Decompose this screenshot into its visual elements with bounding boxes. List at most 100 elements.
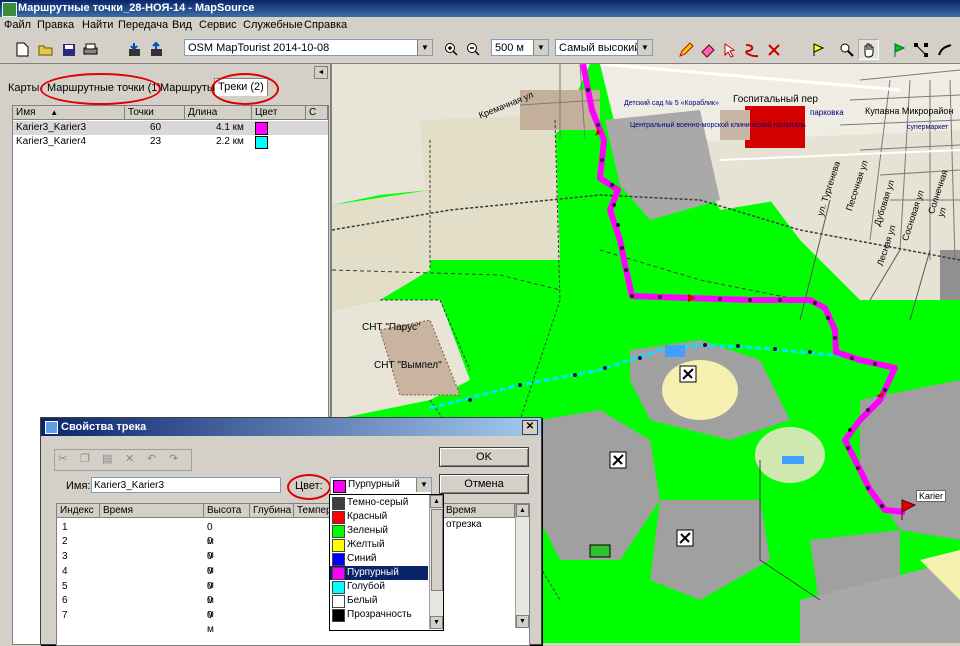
- color-option[interactable]: Зеленый: [330, 524, 428, 538]
- menu-edit[interactable]: Правка: [37, 19, 74, 31]
- scale-select[interactable]: 500 м ▼: [491, 39, 549, 56]
- table-row[interactable]: Karier3_Karier4 23 2.2 км: [13, 135, 328, 149]
- table-row[interactable]: Karier3_Karier3 60 4.1 км: [13, 121, 328, 135]
- zoom-in-icon[interactable]: [441, 39, 462, 60]
- collapse-panel-button[interactable]: ◄: [314, 66, 328, 79]
- column-header-altitude[interactable]: Высота: [204, 504, 250, 518]
- color-swatch: [332, 539, 345, 552]
- color-option[interactable]: Синий: [330, 552, 428, 566]
- cut-icon[interactable]: ✂: [58, 452, 67, 465]
- list-item: 50 м: [62, 581, 214, 606]
- color-swatch: [332, 581, 345, 594]
- map-place-label: СНТ "Парус": [362, 322, 421, 333]
- zoom-tool-icon[interactable]: [836, 39, 857, 60]
- name-label: Имя:: [66, 480, 91, 492]
- track-color-swatch: [255, 136, 268, 149]
- color-option[interactable]: Темно-серый: [330, 496, 428, 510]
- redo-icon[interactable]: ↷: [169, 452, 178, 465]
- map-poi-label: парковка: [810, 108, 844, 117]
- delete-icon[interactable]: ✕: [125, 452, 134, 465]
- map-waypoint-label[interactable]: Karier: [916, 490, 947, 502]
- pencil-tool-icon[interactable]: [675, 39, 696, 60]
- list-item: 20 м: [62, 536, 214, 561]
- color-option[interactable]: Белый: [330, 594, 428, 608]
- track-color-swatch: [255, 122, 268, 135]
- route-tool-icon[interactable]: [741, 39, 762, 60]
- receive-from-device-icon[interactable]: [124, 39, 145, 60]
- chevron-down-icon: ▼: [637, 40, 652, 55]
- column-header-length[interactable]: Длина: [185, 106, 252, 120]
- color-swatch: [332, 609, 345, 622]
- color-option[interactable]: Голубой: [330, 580, 428, 594]
- column-header-segment-time[interactable]: Время отрезка: [443, 504, 515, 530]
- color-swatch: [333, 480, 346, 493]
- color-dropdown-list[interactable]: Темно-серый Красный Зеленый Желтый Синий…: [329, 494, 444, 631]
- waypoint-flag-icon[interactable]: [888, 39, 909, 60]
- scroll-down-icon[interactable]: ▼: [516, 615, 529, 628]
- hand-tool-icon[interactable]: [858, 39, 879, 60]
- send-to-device-icon[interactable]: [146, 39, 167, 60]
- tab-routes[interactable]: Маршруты: [157, 80, 218, 97]
- color-swatch: [332, 567, 345, 580]
- scroll-up-icon[interactable]: ▲: [516, 504, 529, 517]
- save-icon[interactable]: [58, 39, 79, 60]
- new-file-icon[interactable]: [12, 39, 33, 60]
- mapsource-app-icon: [2, 2, 17, 17]
- track-points-list[interactable]: Индекс Время Высота Глубина Темпер Время…: [56, 503, 530, 646]
- menu-find[interactable]: Найти: [82, 19, 113, 31]
- column-header-time[interactable]: Время: [100, 504, 204, 518]
- list-item: 70 м: [62, 610, 214, 635]
- print-icon[interactable]: [80, 39, 101, 60]
- column-header-color[interactable]: Цвет: [252, 106, 306, 120]
- eraser-tool-icon[interactable]: [697, 39, 718, 60]
- map-poi-label: Центральный военно-морской клинический г…: [630, 122, 806, 129]
- color-option[interactable]: Красный: [330, 510, 428, 524]
- scroll-thumb[interactable]: [431, 509, 443, 591]
- menu-view[interactable]: Вид: [172, 19, 192, 31]
- list-item: 10 м: [62, 522, 214, 547]
- zoom-out-icon[interactable]: [463, 39, 484, 60]
- menu-help[interactable]: Справка: [304, 19, 347, 31]
- cancel-button[interactable]: Отмена: [439, 474, 529, 494]
- dialog-title-bar[interactable]: Свойства трека ✕: [41, 418, 541, 436]
- dialog-title: Свойства трека: [61, 421, 147, 433]
- menu-transfer[interactable]: Передача: [118, 19, 168, 31]
- detail-level-select[interactable]: Самый высокий ▼: [555, 39, 653, 56]
- column-header-temperature[interactable]: Темпер: [294, 504, 332, 518]
- color-option[interactable]: Прозрачность: [330, 608, 428, 622]
- color-select[interactable]: Пурпурный ▼: [330, 477, 432, 495]
- chevron-down-icon: ▼: [416, 478, 431, 492]
- column-header-index[interactable]: Индекс: [57, 504, 100, 518]
- flag-tool-icon[interactable]: [807, 39, 828, 60]
- menu-tools[interactable]: Сервис: [199, 19, 237, 31]
- menu-file[interactable]: Файл: [4, 19, 31, 31]
- track-tool-icon[interactable]: [934, 39, 955, 60]
- color-option[interactable]: Желтый: [330, 538, 428, 552]
- tab-maps[interactable]: Карты: [5, 80, 42, 97]
- map-poi-label: супермаркет: [907, 124, 949, 131]
- selection-tool-icon[interactable]: [719, 39, 740, 60]
- column-header-name[interactable]: Имя ▲: [13, 106, 125, 120]
- column-header-depth[interactable]: Глубина: [250, 504, 294, 518]
- open-folder-icon[interactable]: [35, 39, 56, 60]
- measure-tool-icon[interactable]: [763, 39, 784, 60]
- menu-utilities[interactable]: Служебные: [243, 19, 303, 31]
- track-name-input[interactable]: [91, 477, 281, 493]
- scroll-up-icon[interactable]: ▲: [430, 495, 443, 508]
- copy-icon[interactable]: ❐: [80, 452, 90, 465]
- undo-icon[interactable]: ↶: [147, 452, 156, 465]
- list-scrollbar[interactable]: ▲ ▼: [515, 504, 529, 628]
- scroll-down-icon[interactable]: ▼: [430, 616, 443, 629]
- menu-bar: Файл Правка Найти Передача Вид Сервис Сл…: [0, 17, 960, 36]
- route-nodes-icon[interactable]: [910, 39, 931, 60]
- color-option-selected[interactable]: Пурпурный: [330, 566, 428, 580]
- dropdown-scrollbar[interactable]: ▲ ▼: [429, 495, 443, 629]
- map-street-label: Госпитальный пер: [733, 94, 818, 105]
- paste-icon[interactable]: ▤: [102, 452, 112, 465]
- column-header-extra[interactable]: С: [306, 106, 328, 120]
- close-icon[interactable]: ✕: [522, 420, 538, 435]
- ok-button[interactable]: OK: [439, 447, 529, 467]
- title-bar[interactable]: Маршрутные точки_28-НОЯ-14 - MapSource: [0, 0, 960, 17]
- map-product-select[interactable]: OSM MapTourist 2014-10-08 ▼: [184, 39, 433, 56]
- column-header-points[interactable]: Точки: [125, 106, 185, 120]
